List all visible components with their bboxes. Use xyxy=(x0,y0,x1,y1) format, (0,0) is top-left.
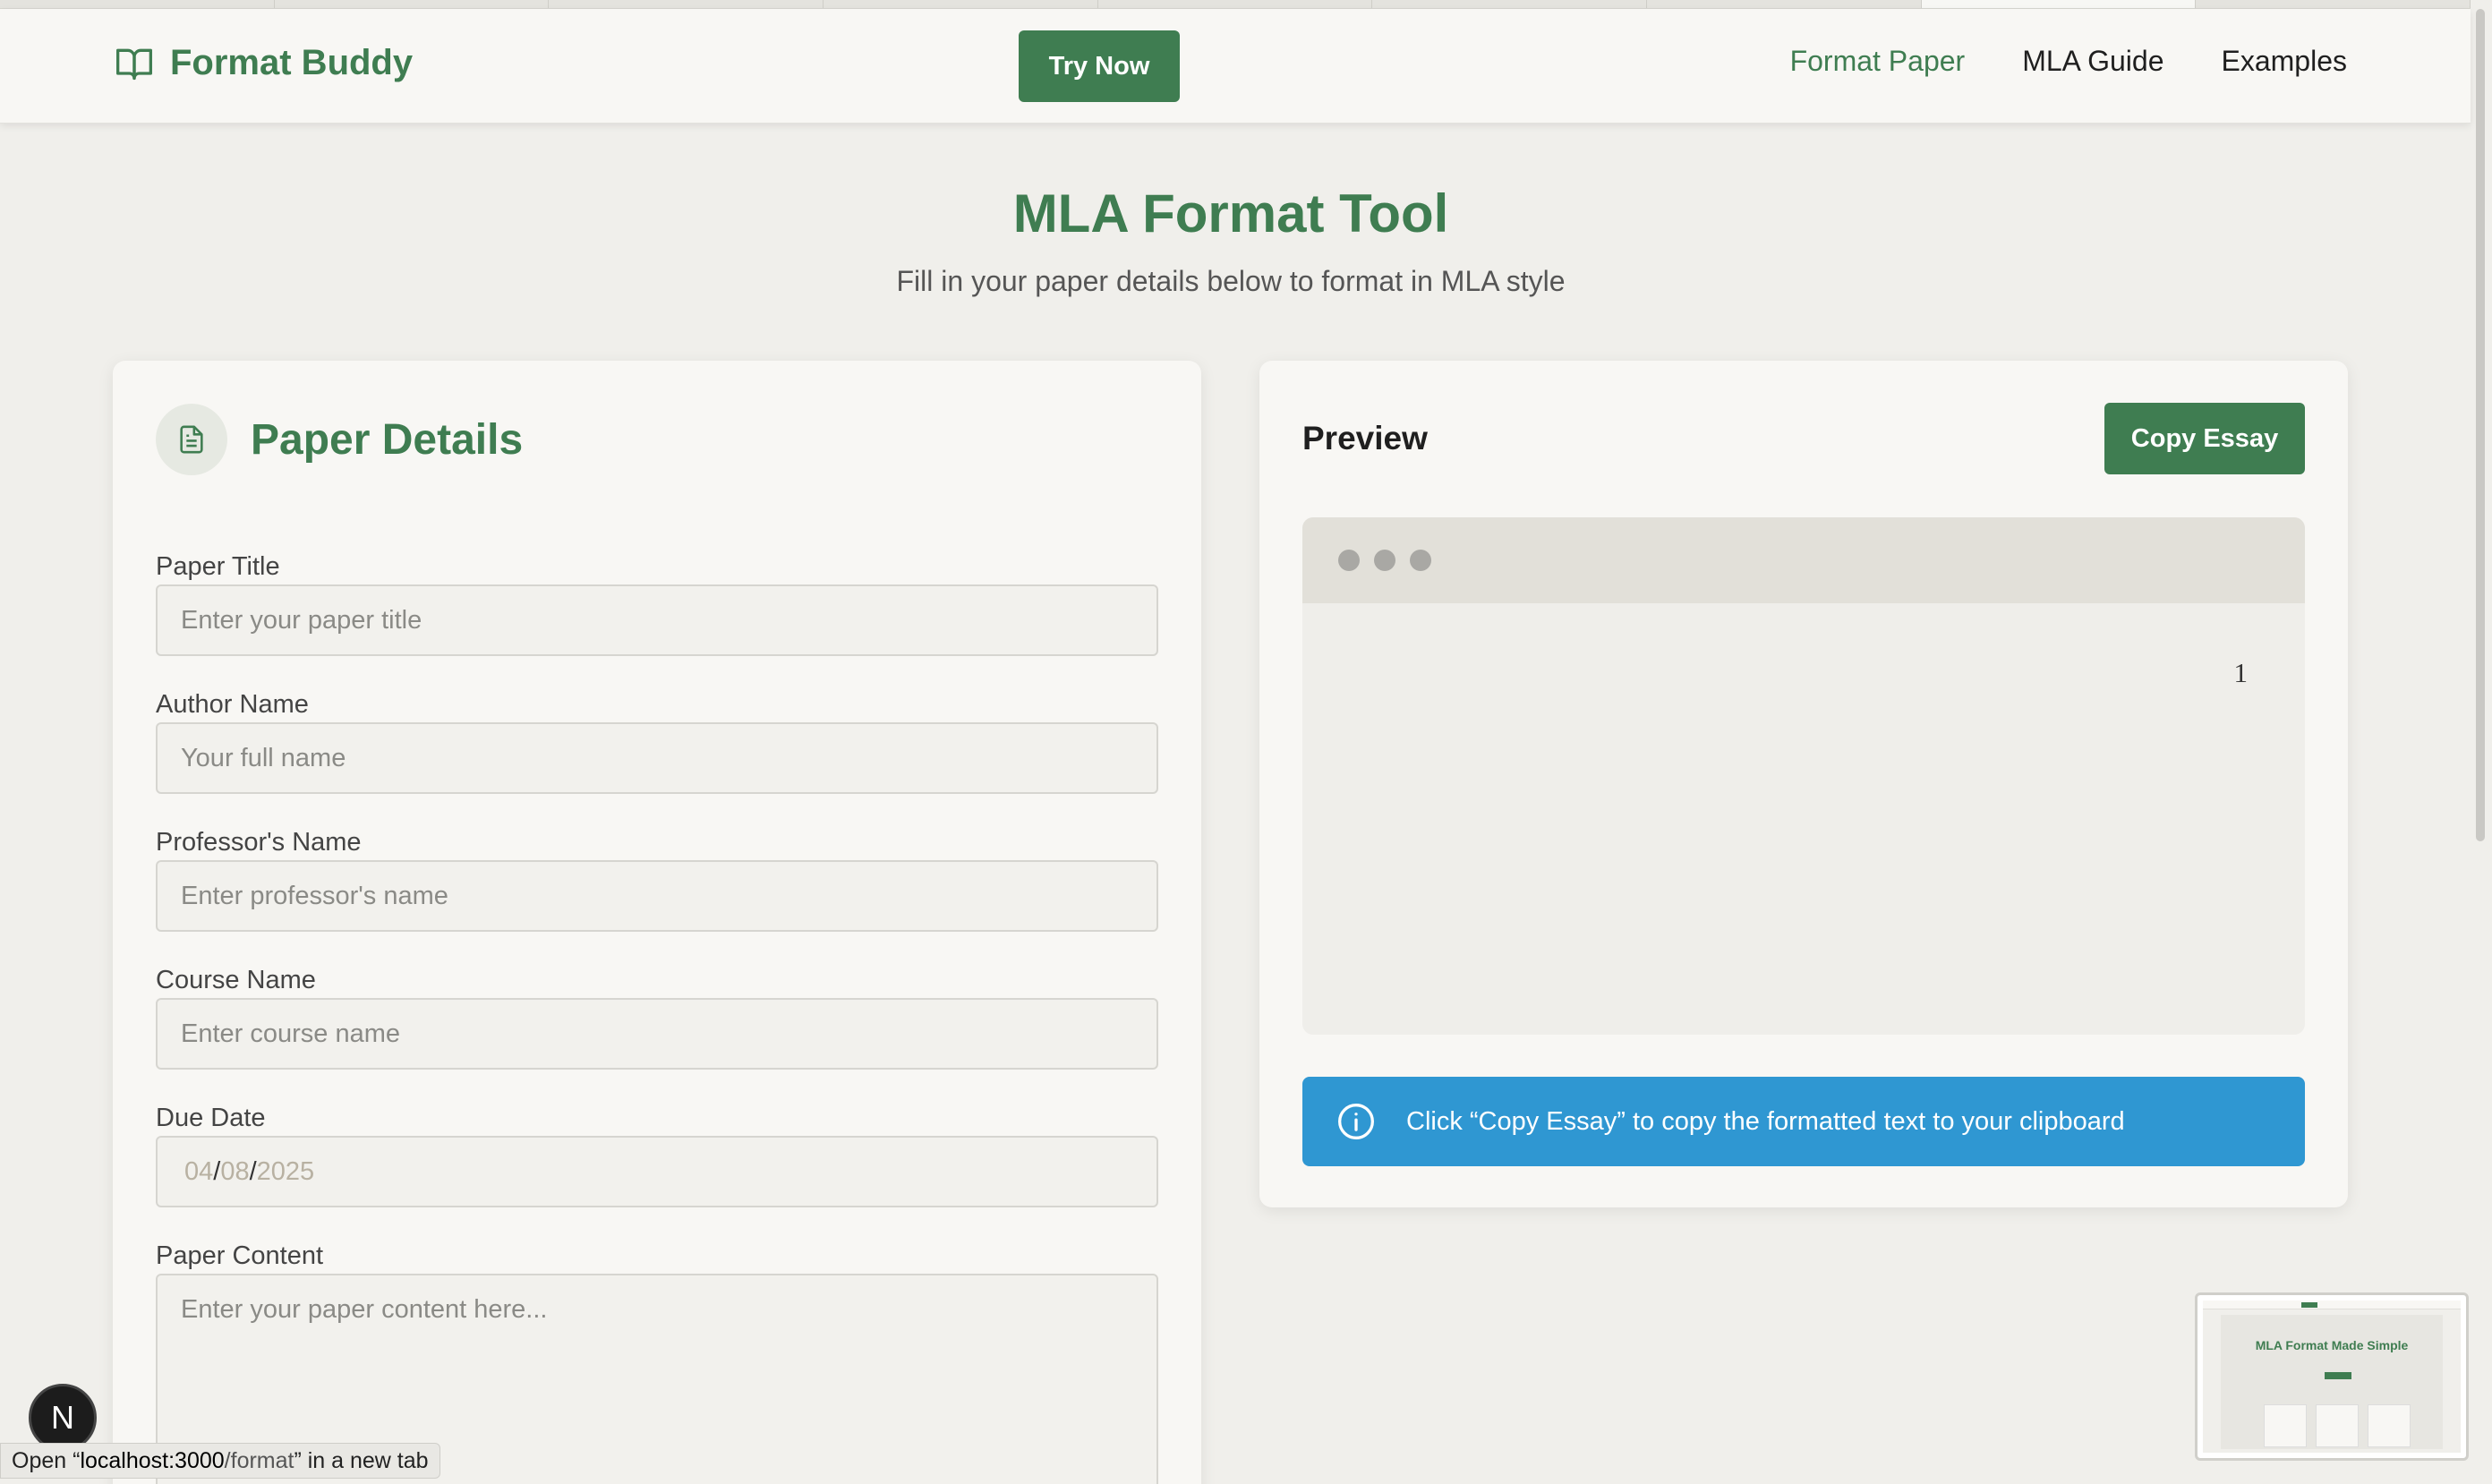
browser-tab-strip xyxy=(0,0,2471,9)
due-date-separator: / xyxy=(249,1156,257,1186)
link-status-bar: Open “ localhost:3000 /format ” in a new… xyxy=(0,1443,440,1479)
thumbnail-cards xyxy=(2264,1404,2411,1447)
browser-tab[interactable] xyxy=(1372,0,1648,8)
thumbnail-card xyxy=(2368,1404,2411,1447)
nav-mla-guide[interactable]: MLA Guide xyxy=(2022,45,2163,78)
document-icon-badge xyxy=(156,404,227,475)
course-name-label: Course Name xyxy=(156,966,316,994)
browser-tab-active[interactable] xyxy=(1921,0,2197,8)
book-open-icon xyxy=(116,48,152,80)
preview-card: Preview Copy Essay 1 Click “Copy Essay” … xyxy=(1259,361,2348,1207)
author-name-label: Author Name xyxy=(156,690,309,719)
browser-tab[interactable] xyxy=(0,0,275,8)
browser-tab[interactable] xyxy=(1647,0,1922,8)
thumbnail-cta xyxy=(2325,1372,2351,1379)
browser-tab[interactable] xyxy=(2196,0,2471,8)
browser-tab[interactable] xyxy=(549,0,824,8)
nav-format-paper[interactable]: Format Paper xyxy=(1790,45,1966,78)
page-subtitle: Fill in your paper details below to form… xyxy=(896,265,1566,297)
dev-tools-badge[interactable]: N xyxy=(29,1384,97,1452)
browser-tab[interactable] xyxy=(824,0,1098,8)
copy-info-banner: Click “Copy Essay” to copy the formatted… xyxy=(1302,1077,2305,1166)
page-number: 1 xyxy=(2233,657,2249,688)
browser-tab[interactable] xyxy=(275,0,550,8)
window-dot xyxy=(1410,550,1431,571)
window-dot xyxy=(1374,550,1395,571)
paper-content-label: Paper Content xyxy=(156,1241,324,1270)
copy-info-text: Click “Copy Essay” to copy the formatted… xyxy=(1406,1106,2125,1136)
due-date-month[interactable]: 04 xyxy=(184,1157,213,1187)
status-path: /format xyxy=(224,1447,294,1473)
scrollbar-thumb[interactable] xyxy=(2476,9,2485,841)
brand-name: Format Buddy xyxy=(170,43,414,82)
thumbnail-title: MLA Format Made Simple xyxy=(2255,1338,2409,1352)
due-date-day[interactable]: 08 xyxy=(220,1157,249,1187)
paper-details-header: Paper Details xyxy=(156,404,523,475)
course-name-input[interactable] xyxy=(156,998,1158,1070)
document-preview: 1 xyxy=(1302,517,2305,1035)
info-circle-icon xyxy=(1338,1104,1374,1139)
site-header: Format Buddy Try Now Format Paper MLA Gu… xyxy=(0,9,2471,124)
copy-essay-button[interactable]: Copy Essay xyxy=(2104,403,2305,474)
main-nav: Format Paper MLA Guide Examples xyxy=(1790,45,2347,78)
thumbnail-card xyxy=(2264,1404,2307,1447)
due-date-year[interactable]: 2025 xyxy=(257,1157,315,1187)
professor-name-input[interactable] xyxy=(156,860,1158,932)
nav-examples[interactable]: Examples xyxy=(2222,45,2348,78)
professor-name-label: Professor's Name xyxy=(156,828,362,857)
due-date-separator: / xyxy=(213,1156,221,1186)
try-now-button[interactable]: Try Now xyxy=(1019,30,1180,102)
page-title: MLA Format Tool xyxy=(1012,183,1449,243)
tab-preview-thumbnail[interactable]: MLA Format Made Simple xyxy=(2195,1292,2469,1461)
due-date-label: Due Date xyxy=(156,1104,266,1132)
window-dot xyxy=(1338,550,1360,571)
preview-title: Preview xyxy=(1302,420,1428,456)
status-suffix: ” in a new tab xyxy=(294,1447,429,1473)
thumbnail-card xyxy=(2316,1404,2359,1447)
thumbnail-button xyxy=(2301,1302,2317,1308)
status-prefix: Open “ xyxy=(12,1447,81,1473)
browser-tab[interactable] xyxy=(1098,0,1373,8)
paper-title-label: Paper Title xyxy=(156,552,280,581)
paper-details-card: Paper Details Paper Title Author Name Pr… xyxy=(113,361,1201,1484)
author-name-input[interactable] xyxy=(156,722,1158,794)
document-preview-toolbar xyxy=(1302,517,2305,603)
brand-logo[interactable]: Format Buddy xyxy=(115,43,413,83)
thumbnail-page: MLA Format Made Simple xyxy=(2203,1301,2461,1453)
thumbnail-header xyxy=(2203,1301,2461,1309)
document-icon xyxy=(180,425,203,454)
paper-title-input[interactable] xyxy=(156,584,1158,656)
status-host: localhost:3000 xyxy=(80,1447,225,1473)
thumbnail-hero: MLA Format Made Simple xyxy=(2221,1315,2443,1449)
paper-details-title: Paper Details xyxy=(251,415,524,464)
due-date-input[interactable]: 04 / 08 / 2025 xyxy=(156,1136,1158,1207)
page-scrollbar[interactable] xyxy=(2474,9,2487,841)
